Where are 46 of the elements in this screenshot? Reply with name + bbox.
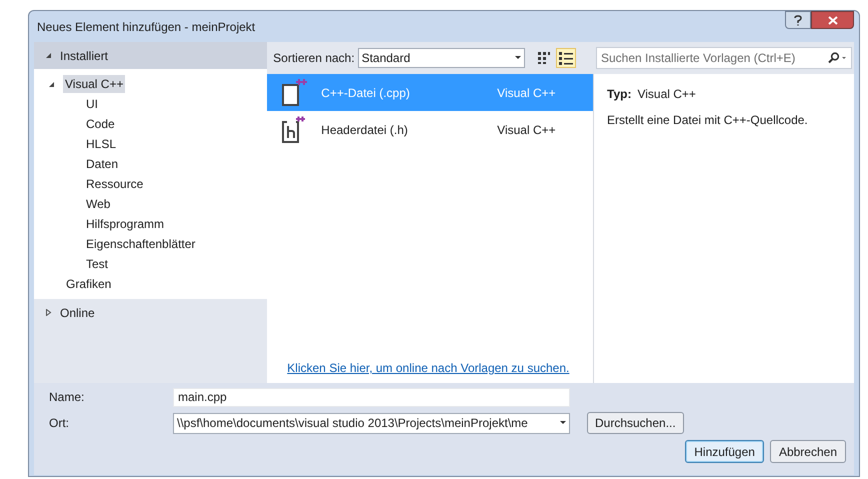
list-view-button[interactable] [556, 48, 576, 68]
template-type: Visual C++ [497, 84, 556, 102]
dropdown-arrow-icon [560, 421, 566, 425]
tree-item[interactable]: Grafiken [64, 275, 114, 293]
template-row[interactable]: Headerdatei (.h) Visual C++ [267, 111, 593, 148]
tree-item[interactable]: Visual C++ [63, 75, 126, 93]
tree-item[interactable]: UI [84, 95, 100, 113]
tree-item[interactable]: Eigenschaftenblätter [84, 235, 198, 253]
dropdown-arrow-icon [514, 56, 521, 60]
sort-dropdown[interactable]: Standard [358, 48, 525, 68]
tree-item[interactable]: Ressource [84, 175, 146, 193]
type-value: Visual C++ [637, 86, 696, 103]
template-name: Headerdatei (.h) [321, 122, 409, 138]
dialog-button[interactable]: Hinzufügen [685, 440, 764, 463]
expanded-arrow-icon[interactable] [45, 52, 52, 59]
location-dropdown[interactable]: \\psf\home\documents\visual studio 2013\Projects\meinProjekt\me [173, 412, 570, 434]
search-field[interactable]: Suchen Installierte Vorlagen (Ctrl+E) [596, 47, 852, 69]
online-search-link[interactable]: Klicken Sie hier, um online nach Vorlagen zu suchen. [287, 359, 570, 377]
section-header[interactable]: Online [60, 304, 95, 322]
template-description: Erstellt eine Datei mit C++-Quellcode. [607, 112, 809, 129]
tree-item[interactable]: HLSL [84, 135, 118, 153]
search-icon [827, 52, 847, 64]
tree-item[interactable]: Hilfsprogramm [84, 215, 166, 233]
help-button[interactable] [785, 11, 811, 29]
tree-item[interactable]: Code [84, 115, 117, 133]
type-label: Typ: [607, 86, 632, 103]
cpp-file-icon [281, 78, 308, 106]
close-button[interactable] [811, 11, 854, 29]
name-field[interactable]: main.cpp [173, 388, 570, 406]
collapsed-arrow-icon[interactable] [45, 309, 52, 316]
dialog-button[interactable]: Abbrechen [770, 440, 846, 463]
sort-label: Sortieren nach: [273, 50, 355, 67]
location-label: Ort: [49, 415, 70, 432]
tree-item[interactable]: Test [84, 255, 110, 273]
window-title: Neues Element hinzufügen - meinProjekt [37, 18, 256, 36]
header-file-icon [281, 116, 308, 144]
browse-button[interactable]: Durchsuchen... [587, 412, 684, 434]
template-type: Visual C++ [497, 122, 556, 138]
expanded-arrow-icon[interactable] [48, 80, 55, 88]
close-icon [828, 16, 838, 24]
name-label: Name: [49, 389, 86, 406]
section-header[interactable]: Installiert [60, 46, 108, 64]
help-icon [794, 14, 802, 26]
tree-item[interactable]: Daten [84, 155, 120, 173]
template-name: C++-Datei (.cpp) [321, 84, 411, 102]
tree-item[interactable]: Web [84, 195, 112, 213]
